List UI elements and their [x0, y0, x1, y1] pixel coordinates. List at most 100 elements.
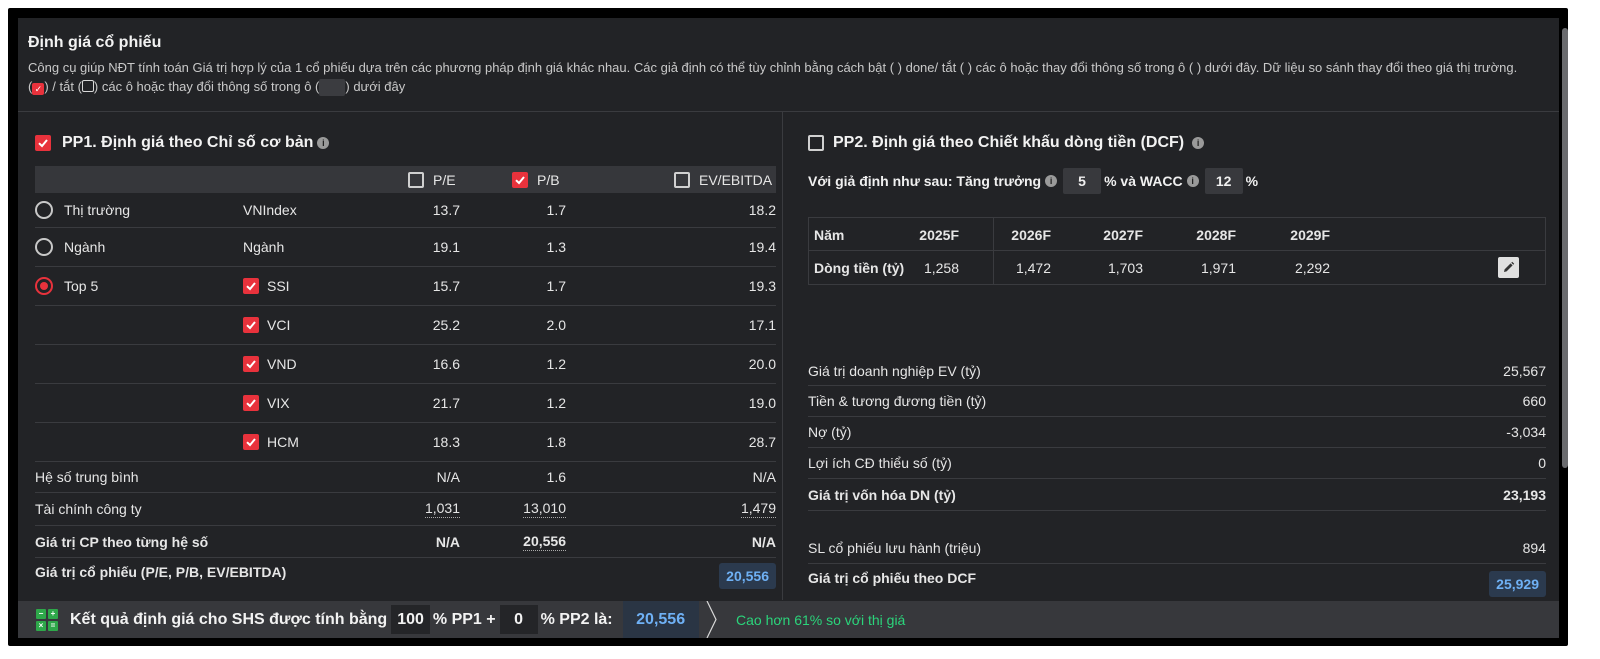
cell-pe: N/A: [436, 469, 460, 485]
year-cell: 2028F: [1196, 226, 1236, 243]
row-sub: HCM: [243, 423, 299, 461]
cell-ev[interactable]: 1,479: [740, 493, 776, 525]
top5-radio[interactable]: [35, 277, 53, 295]
table-row: Top 5 SSI 15.7 1.7 19.3: [35, 267, 776, 306]
hcm-checkbox[interactable]: [243, 434, 259, 450]
input-box-icon: [319, 79, 346, 97]
cash-label: Tiền & tương đương tiền (tỷ): [808, 393, 987, 409]
cashflow-label: Dòng tiền (tỷ): [814, 259, 905, 276]
cell-pe: 19.1: [432, 239, 460, 255]
cell-pe: 15.7: [432, 278, 460, 294]
dcf-cashflow-row: Dòng tiền (tỷ) 1,258 1,472 1,703 1,971 2…: [809, 251, 1545, 284]
wacc-input[interactable]: 12: [1204, 168, 1243, 194]
desc-text-3: ) các ô hoặc thay đổi thông số trong ô (: [93, 79, 320, 94]
ev-value: 25,567: [1503, 362, 1546, 379]
table-row: Thị trường VNIndex 13.7 1.7 18.2: [35, 193, 776, 228]
calculator-icon: − + × =: [36, 608, 58, 631]
desc-text-2: ) / tắt (: [44, 79, 82, 94]
shares-value: 894: [1522, 539, 1546, 556]
vnd-checkbox[interactable]: [243, 356, 259, 372]
avg-row: Hệ số trung bình N/A 1.6 N/A: [35, 462, 776, 493]
mcap-label: Giá trị vốn hóa DN (tỷ): [808, 486, 956, 503]
total-row: Giá trị cổ phiếu (P/E, P/B, EV/EBITDA) 2…: [35, 558, 776, 594]
col-ev: EV/EBITDA: [674, 166, 772, 193]
row-sub-text: VIX: [267, 395, 290, 411]
year-cell: 2026F: [1011, 226, 1051, 243]
dcf-table: Năm 2025F 2026F 2027F 2028F 2029F Dòng t…: [808, 217, 1546, 285]
cell-pe: N/A: [435, 533, 460, 550]
row-name: Ngành: [35, 228, 105, 266]
cell-pb: 1.3: [546, 239, 566, 255]
minority-value: 0: [1538, 455, 1546, 471]
col-pe: P/E: [408, 166, 456, 193]
info-icon[interactable]: i: [317, 137, 330, 149]
debt-label: Nợ (tỷ): [808, 424, 852, 440]
pp2-section: PP2. Định giá theo Chiết khấu dòng tiền …: [783, 112, 1559, 600]
info-icon[interactable]: i: [1186, 175, 1199, 187]
checkbox-off-icon: [81, 80, 94, 92]
cell-pb: 20,556: [523, 526, 566, 557]
minority-label: Lợi ích CĐ thiểu số (tỷ): [808, 455, 952, 471]
cell-pe[interactable]: 1,031: [424, 493, 460, 525]
row-name-text: Top 5: [64, 278, 99, 294]
ev-label: Giá trị doanh nghiệp EV (tỷ): [808, 362, 981, 379]
cash-value: 660: [1522, 393, 1546, 409]
table-row: VCI 25.2 2.0 17.1: [35, 306, 776, 345]
row-sub: SSI: [243, 267, 290, 305]
pp1-section: PP1. Định giá theo Chỉ số cơ bản i P/E P…: [18, 112, 783, 600]
ssi-checkbox[interactable]: [243, 278, 259, 294]
vix-checkbox[interactable]: [243, 395, 259, 411]
cell-ev: 20.0: [748, 356, 776, 372]
col-pb: P/B: [512, 166, 560, 193]
growth-input[interactable]: 5: [1063, 168, 1102, 194]
year-cell: 2025F: [919, 226, 959, 243]
cell-ev: 19.0: [748, 395, 776, 411]
fin-ev-value[interactable]: 1,479: [740, 500, 776, 518]
debt-value: -3,034: [1506, 424, 1546, 440]
cell-ev: 17.1: [748, 317, 776, 333]
fin-pe-value[interactable]: 1,031: [424, 500, 460, 518]
final-result-value: 20,556: [622, 601, 699, 638]
vci-checkbox[interactable]: [243, 317, 259, 333]
row-sub: VND: [243, 345, 297, 383]
pp1-title-text: PP1. Định giá theo Chỉ số cơ bản: [62, 134, 314, 151]
pp1-checkbox[interactable]: [35, 135, 51, 151]
industry-radio[interactable]: [35, 238, 53, 256]
row-sub: VCI: [243, 306, 290, 344]
cell-pb: 1.6: [546, 469, 566, 485]
vertical-scrollbar[interactable]: [1562, 28, 1568, 468]
edit-cashflow-button[interactable]: [1498, 257, 1519, 278]
fin-label: Tài chính công ty: [35, 501, 142, 517]
cell-pe: 16.6: [432, 356, 460, 372]
market-radio[interactable]: [35, 201, 53, 219]
avg-label: Hệ số trung bình: [35, 469, 139, 485]
row-name: Thị trường: [35, 193, 130, 227]
pp2-weight-input[interactable]: 0: [499, 605, 538, 634]
pp1-weight-input[interactable]: 100: [391, 605, 430, 634]
pp2-checkbox[interactable]: [808, 135, 824, 151]
year-label: Năm: [814, 226, 845, 243]
info-icon[interactable]: i: [1192, 137, 1205, 149]
info-icon[interactable]: i: [1045, 175, 1058, 187]
total-value-cell: 20,556: [719, 558, 776, 594]
result-label-1: Kết quả định giá cho SHS được tính bằng: [70, 610, 388, 628]
byratio-label: Giá trị CP theo từng hệ số: [35, 533, 209, 550]
panel-header: Định giá cổ phiếu Công cụ giúp NĐT tính …: [18, 18, 1559, 112]
table-row: HCM 18.3 1.8 28.7: [35, 423, 776, 462]
valuation-panel: Định giá cổ phiếu Công cụ giúp NĐT tính …: [18, 18, 1568, 638]
result-formula: − + × = Kết quả định giá cho SHS được tính …: [18, 601, 714, 638]
fin-pb-value[interactable]: 13,010: [523, 500, 566, 518]
byratio-row: Giá trị CP theo từng hệ số N/A 20,556 N/…: [35, 526, 776, 558]
col-ev-label: EV/EBITDA: [699, 171, 773, 188]
debt-row: Nợ (tỷ) -3,034: [808, 417, 1546, 448]
cell-pb: 1.7: [546, 278, 566, 294]
cell-pb[interactable]: 13,010: [523, 493, 566, 525]
chevron-right-icon: [706, 601, 717, 638]
result-label-2: % PP1 +: [432, 610, 496, 628]
ev-checkbox[interactable]: [674, 171, 690, 188]
pe-checkbox[interactable]: [408, 171, 424, 188]
pp2-title: PP2. Định giá theo Chiết khấu dòng tiền …: [808, 134, 1205, 152]
cell-ev: 28.7: [748, 434, 776, 450]
pb-checkbox[interactable]: [512, 171, 528, 188]
pp2-title-text: PP2. Định giá theo Chiết khấu dòng tiền …: [833, 134, 1185, 151]
